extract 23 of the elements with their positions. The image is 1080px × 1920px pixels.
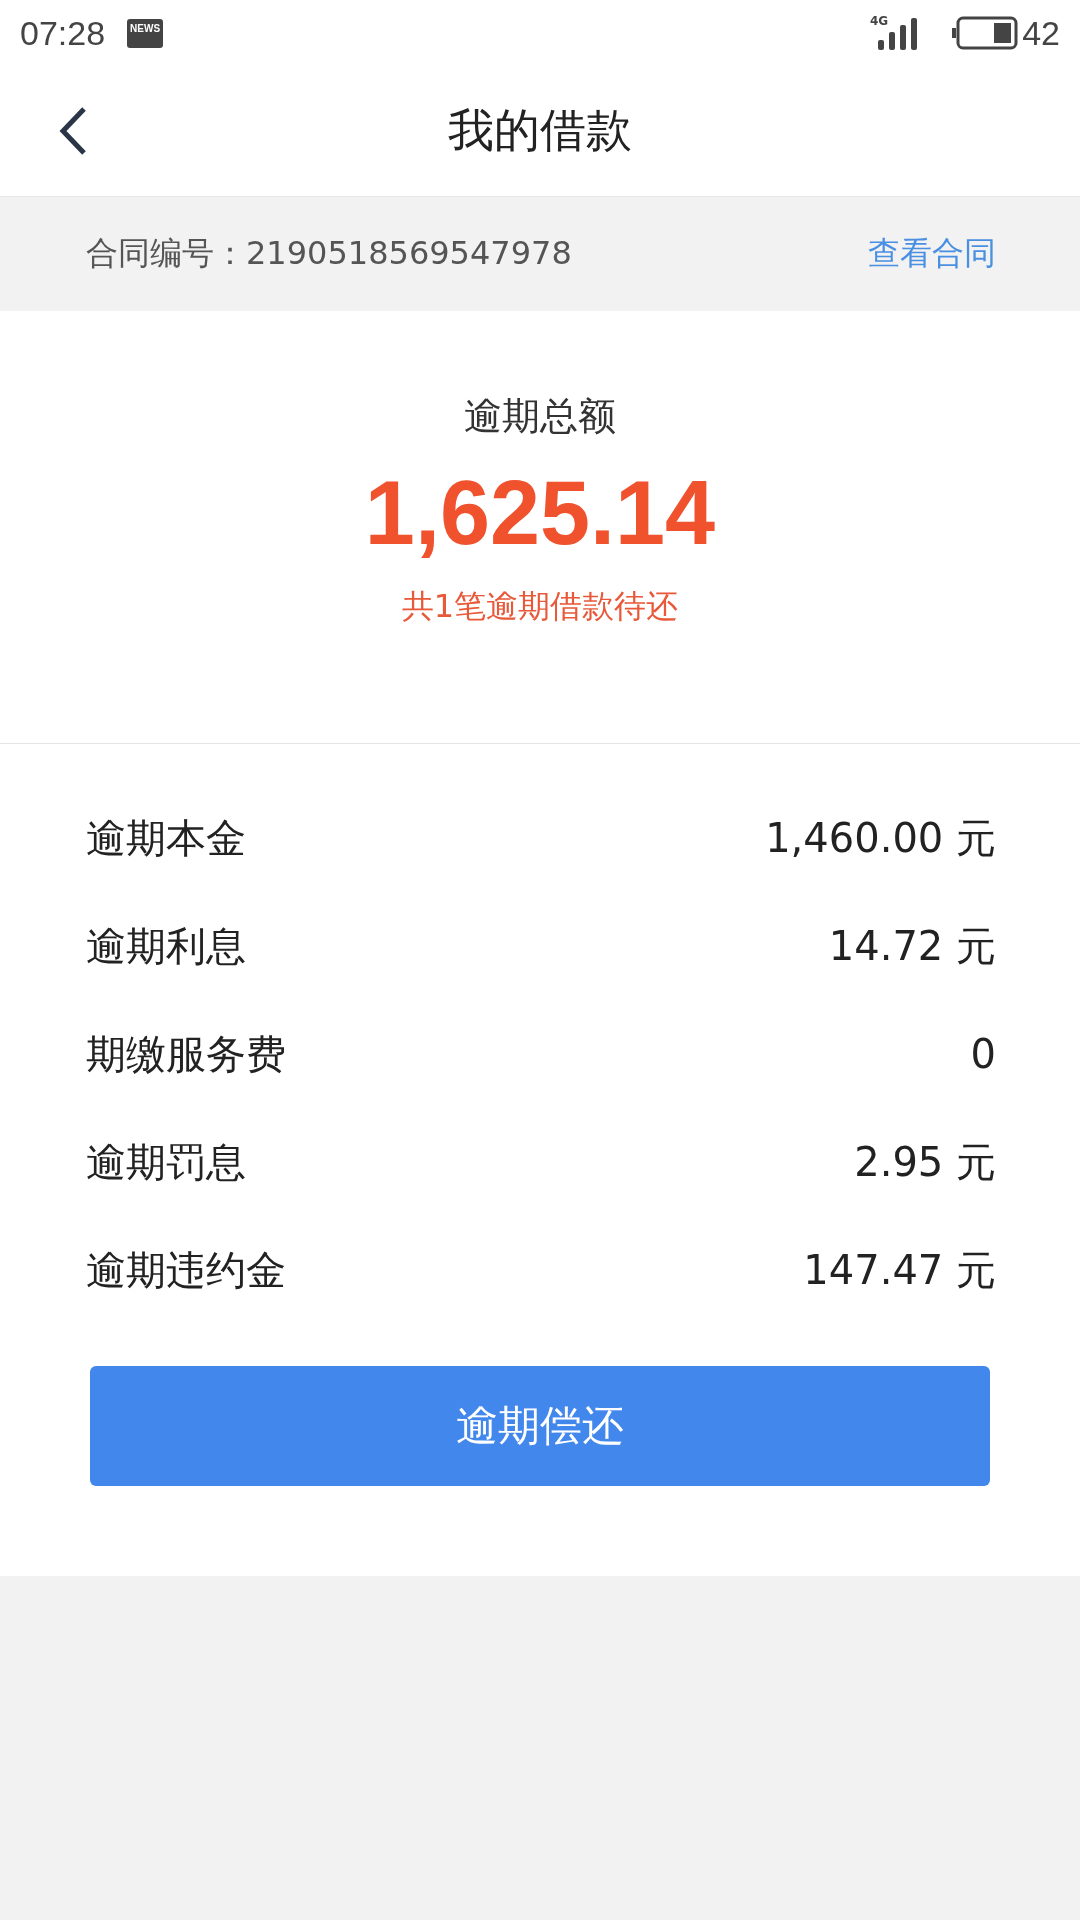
contract-number: 合同编号：2190518569547978 [86, 233, 572, 274]
detail-label: 逾期利息 [86, 921, 246, 971]
detail-label: 逾期罚息 [86, 1137, 246, 1187]
detail-value: 1,460.00 元 [765, 813, 996, 863]
overdue-amount: 1,625.14 [364, 462, 716, 565]
network-type: 4G [869, 14, 889, 28]
battery-icon [952, 16, 1019, 50]
back-icon[interactable] [58, 106, 88, 156]
news-icon: NEWS [127, 18, 164, 48]
detail-label: 期缴服务费 [86, 1029, 286, 1079]
view-contract-link[interactable]: 查看合同 [868, 232, 996, 276]
page-title: 我的借款 [448, 102, 632, 159]
detail-label: 逾期违约金 [86, 1245, 286, 1295]
overdue-total-label: 逾期总额 [464, 393, 616, 440]
status-time: 07:28 [20, 13, 106, 53]
detail-value: 0 [970, 1031, 996, 1077]
battery-level: 42 [1022, 13, 1060, 53]
detail-value: 2.95 元 [854, 1137, 996, 1187]
detail-value: 14.72 元 [828, 921, 996, 971]
detail-label: 逾期本金 [86, 813, 246, 863]
repay-button[interactable]: 逾期偿还 [90, 1366, 990, 1486]
detail-value: 147.47 元 [803, 1245, 996, 1295]
overdue-note: 共1笔逾期借款待还 [401, 586, 679, 627]
